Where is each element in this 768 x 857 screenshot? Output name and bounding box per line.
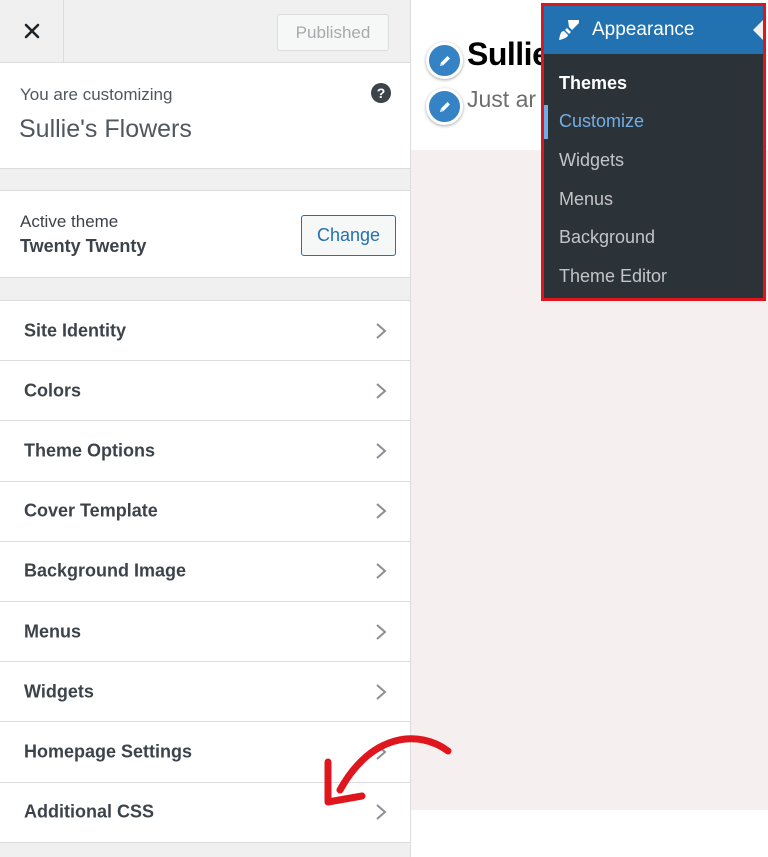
customizing-label: You are customizing — [20, 85, 173, 104]
section-label: Cover Template — [24, 500, 158, 521]
site-name: Sullie's Flowers — [19, 115, 192, 143]
submenu-theme-editor[interactable]: Theme Editor — [544, 257, 763, 296]
annotation-arrow-icon — [324, 735, 452, 806]
section-label: Colors — [24, 380, 82, 401]
menu-pointer-icon — [753, 20, 763, 40]
chevron-right-icon — [376, 443, 387, 459]
section-label: Additional CSS — [24, 801, 154, 822]
section-label: Background Image — [24, 560, 187, 581]
close-icon — [24, 23, 39, 39]
submenu-menus[interactable]: Menus — [544, 180, 763, 219]
appearance-submenu-list: Themes Customize Widgets Menus Backgroun… — [544, 64, 763, 296]
section-background-image[interactable]: Background Image — [0, 541, 410, 602]
question-icon[interactable]: ? — [371, 83, 391, 103]
section-label: Theme Options — [24, 440, 156, 461]
active-theme-label: Active theme — [20, 212, 119, 231]
section-site-identity[interactable]: Site Identity — [0, 301, 410, 362]
customize-info: You are customizing Sullie's Flowers ? — [0, 63, 410, 169]
customizer-header: Published — [0, 0, 410, 63]
section-cover-template[interactable]: Cover Template — [0, 481, 410, 542]
appearance-label: Appearance — [592, 19, 695, 40]
pencil-icon — [439, 101, 450, 112]
submenu-widgets[interactable]: Widgets — [544, 141, 763, 180]
preview-site-tagline: Just ar — [467, 86, 537, 112]
published-button[interactable]: Published — [277, 14, 389, 51]
appearance-submenu: Appearance Themes Customize Widgets Menu… — [541, 3, 766, 301]
edit-tagline-shortcut[interactable] — [426, 88, 463, 125]
submenu-themes[interactable]: Themes — [544, 64, 763, 103]
chevron-right-icon — [376, 383, 387, 399]
chevron-right-icon — [376, 683, 387, 700]
chevron-right-icon — [376, 563, 387, 580]
section-theme-options[interactable]: Theme Options — [0, 421, 410, 482]
section-menus[interactable]: Menus — [0, 601, 410, 663]
preview-site-title: Sullie — [467, 36, 550, 72]
appearance-menu-item[interactable]: Appearance — [544, 6, 763, 54]
chevron-right-icon — [376, 503, 387, 519]
active-theme-name: Twenty Twenty — [20, 236, 147, 256]
chevron-right-icon — [376, 322, 387, 339]
section-label: Menus — [24, 621, 82, 642]
pencil-icon — [439, 55, 450, 66]
section-colors[interactable]: Colors — [0, 361, 410, 422]
edit-site-title-shortcut[interactable] — [426, 42, 463, 79]
section-label: Homepage Settings — [24, 741, 193, 762]
chevron-right-icon — [376, 623, 387, 640]
close-button[interactable] — [0, 0, 64, 62]
submenu-background[interactable]: Background — [544, 218, 763, 257]
active-theme-panel: Active theme Twenty Twenty Change — [0, 190, 410, 278]
change-theme-button[interactable]: Change — [301, 215, 396, 256]
submenu-customize[interactable]: Customize — [544, 103, 763, 142]
section-label: Site Identity — [24, 320, 127, 341]
section-widgets[interactable]: Widgets — [0, 662, 410, 723]
paintbrush-icon — [559, 20, 579, 40]
section-label: Widgets — [24, 681, 94, 702]
